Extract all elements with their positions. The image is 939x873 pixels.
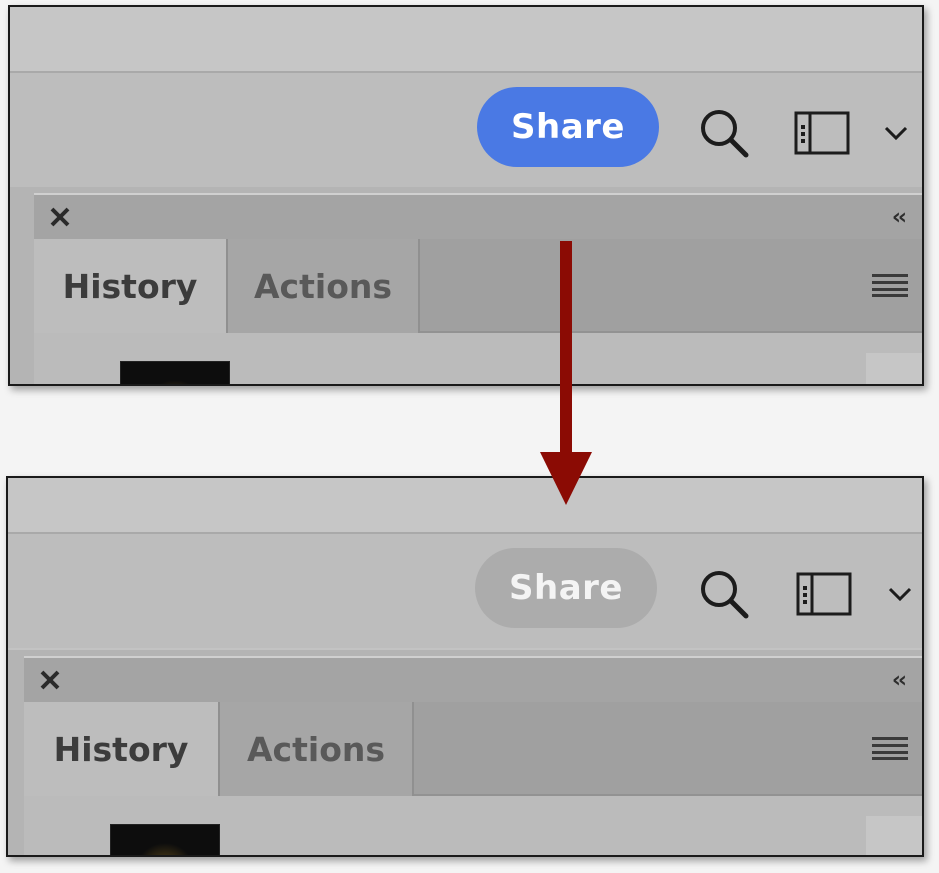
transition-arrow [540, 241, 592, 505]
arrow-head [540, 452, 592, 505]
arrow-shaft [560, 241, 572, 454]
